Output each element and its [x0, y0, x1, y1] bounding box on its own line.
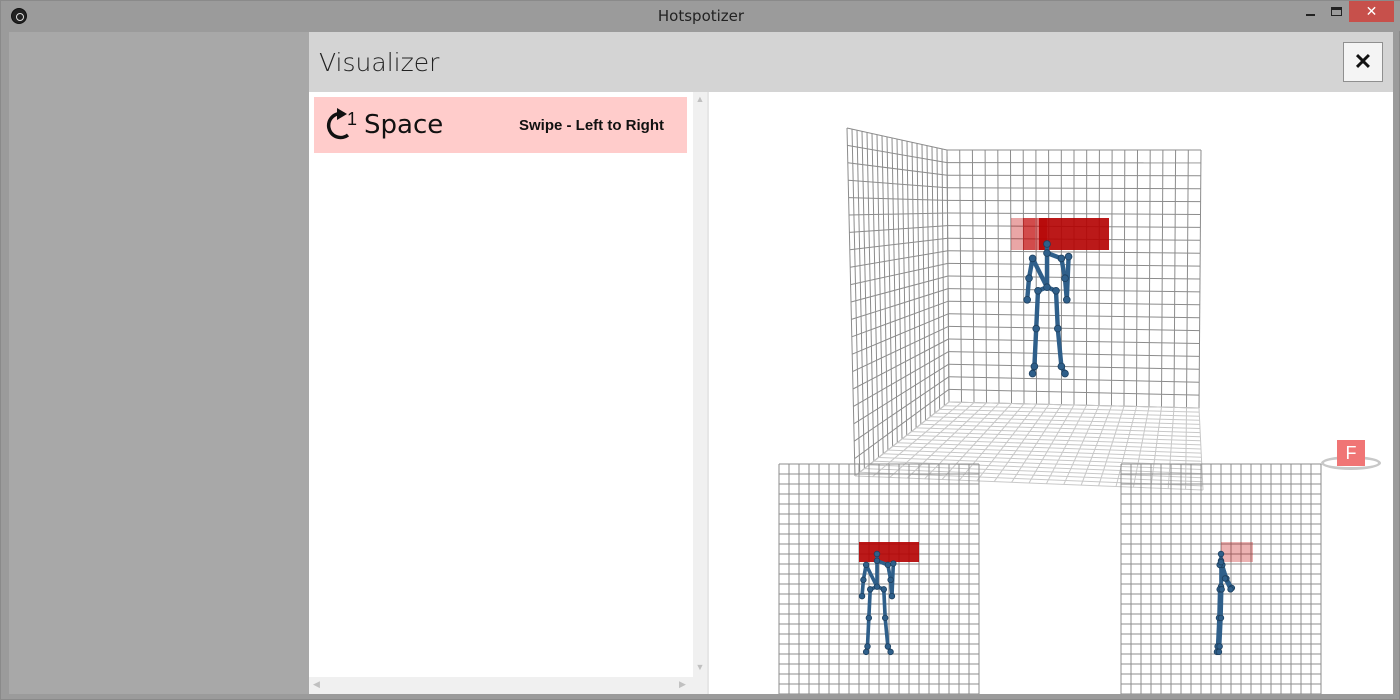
scrollbar-corner	[693, 677, 707, 694]
hotspot-3d	[1011, 218, 1109, 250]
maximize-button[interactable]	[1323, 1, 1350, 22]
perspective-grid	[846, 127, 1204, 491]
maximize-icon	[1331, 7, 1342, 16]
title-bar[interactable]: Hotspotizer ✕	[1, 1, 1400, 31]
panel-header: Visualizer ✕	[309, 32, 1393, 92]
hotspot-front	[859, 542, 919, 562]
skeleton-3d	[1023, 240, 1073, 378]
app-window: Hotspotizer ✕ Visualizer ✕ 1 Space Swipe…	[0, 0, 1400, 700]
horizontal-scrollbar[interactable]: ◀ ▶	[309, 677, 693, 694]
scroll-down-icon[interactable]: ▼	[693, 662, 707, 672]
gesture-list[interactable]: 1 Space Swipe - Left to Right	[309, 92, 693, 694]
front-grid	[778, 463, 980, 694]
gesture-list-item[interactable]: 1 Space Swipe - Left to Right	[314, 97, 687, 153]
front-view-label: F	[1337, 440, 1365, 466]
minimize-button[interactable]	[1297, 1, 1324, 22]
scroll-left-icon[interactable]: ◀	[313, 679, 320, 690]
scroll-right-icon[interactable]: ▶	[679, 679, 686, 690]
hotspot-side	[1221, 542, 1253, 562]
window-close-button[interactable]: ✕	[1349, 1, 1394, 22]
gesture-count: 1	[347, 109, 358, 129]
visualizer-panel: Visualizer ✕ 1 Space Swipe - Left to Rig…	[309, 32, 1393, 694]
skeleton-front	[858, 550, 897, 656]
left-backdrop	[9, 32, 309, 694]
skeleton-side	[1213, 550, 1236, 656]
gesture-type: Swipe - Left to Right	[519, 117, 664, 134]
gesture-name: Space	[364, 110, 444, 140]
camera-view-toggle[interactable]: F	[1319, 432, 1381, 476]
scroll-up-icon[interactable]: ▲	[693, 94, 707, 104]
visualizer-viewport[interactable]: F	[709, 92, 1393, 694]
panel-close-button[interactable]: ✕	[1343, 42, 1383, 82]
vertical-scrollbar[interactable]: ▲ ▼	[693, 92, 707, 679]
minimize-icon	[1306, 14, 1315, 16]
visualizer-canvas	[778, 127, 1322, 694]
panel-title: Visualizer	[319, 48, 440, 77]
window-title: Hotspotizer	[657, 7, 745, 25]
